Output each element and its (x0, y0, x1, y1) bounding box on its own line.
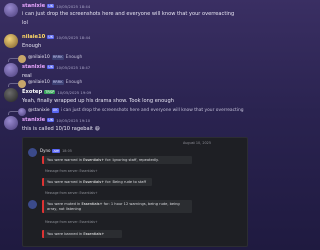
date-divider: August 10, 2025 (182, 141, 211, 145)
username[interactable]: stanixie (22, 64, 45, 70)
reply-connector (8, 83, 18, 87)
user-tag: UK (47, 34, 55, 40)
server-name: Essentials+ (83, 232, 105, 236)
reply-avatar (18, 80, 26, 88)
message-header: stanixie UK 10/05/2025 19:10 (22, 117, 90, 123)
username[interactable]: stanixie (22, 117, 45, 123)
reply-preview[interactable]: @stanixie UK i can just drop the screens… (28, 108, 244, 113)
dyno-embed-card: You were warned in Essentials+ for: Bein… (42, 178, 152, 186)
bot-name: Dyno (40, 148, 51, 153)
message-text: real (22, 73, 32, 79)
reply-text: i can just drop the screenshots here and… (60, 108, 244, 113)
dyno-embed-card: You were muted in Essentials+ for: 1 hou… (42, 200, 192, 214)
reply-badge: RRRK (51, 55, 64, 60)
username[interactable]: Exotep (22, 89, 42, 95)
username[interactable]: stanixie (22, 3, 45, 9)
embed-footer: Message from server: Essentials+ (45, 169, 98, 173)
reply-avatar (18, 55, 26, 63)
message-text: this is called 10/10 ragebait 😄 (22, 126, 100, 132)
card-text: You were banned in (47, 232, 84, 236)
card-text: for: Ignoring staff, repeatedly. (104, 158, 159, 162)
message-text: Yeah, finally wrapped up his drama show.… (22, 98, 174, 104)
server-name: Essentials+ (83, 180, 105, 184)
reply-username: @stanixie (28, 108, 50, 113)
avatar[interactable] (4, 63, 18, 77)
reply-badge: RRRK (51, 80, 64, 85)
message-text: i can just drop the screenshots here and… (22, 11, 235, 17)
timestamp: 10/05/2025 18:47 (56, 64, 91, 70)
timestamp: 10/05/2025 19:10 (56, 117, 91, 123)
reply-text: Enough (65, 80, 83, 85)
bot-time: 18:05 (62, 148, 72, 153)
card-text: You were warned in (47, 158, 84, 162)
message-text-content: this is called 10/10 ragebait (22, 126, 93, 132)
server-name: Essentials+ (81, 202, 103, 206)
avatar[interactable] (4, 3, 18, 17)
dyno-embed-card: You were banned in Essentials+ (42, 230, 122, 238)
reply-connector (8, 111, 18, 115)
user-tag: UK (47, 3, 55, 9)
reply-username: @nilaie10 (28, 55, 50, 60)
message-header: stanixie UK 10/05/2025 18:47 (22, 64, 90, 70)
card-text: You were muted in (47, 202, 82, 206)
reply-connector (8, 58, 18, 62)
reply-preview[interactable]: @nilaie10 RRRK Enough (28, 80, 82, 85)
reply-preview[interactable]: @nilaie10 RRRK Enough (28, 55, 82, 60)
dyno-embed-card: You were warned in Essentials+ for: Igno… (42, 156, 192, 164)
message-text: Enough (22, 43, 42, 49)
message-header: stanixie UK 10/05/2025 18:44 (22, 3, 90, 9)
timestamp: 10/05/2025 19:09 (57, 89, 92, 95)
bot-avatar (28, 200, 37, 209)
message-header: nilaie10 UK 10/05/2025 18:44 (22, 34, 90, 40)
card-text: You were warned in (47, 180, 84, 184)
reply-username: @nilaie10 (28, 80, 50, 85)
smile-emoji: 😄 (94, 126, 100, 132)
avatar[interactable] (4, 88, 18, 102)
avatar[interactable] (4, 34, 18, 48)
card-text: for: Being rude to staff (104, 180, 146, 184)
message-text: lol (22, 20, 28, 26)
user-tag: UK (47, 117, 55, 123)
reply-text: Enough (65, 55, 83, 60)
bot-avatar (28, 148, 37, 157)
embed-footer: Message from server: Essentials+ (45, 220, 98, 224)
user-tag: UK (47, 64, 55, 70)
user-tag: TRSP (44, 89, 56, 95)
timestamp: 10/05/2025 18:44 (56, 34, 91, 40)
server-name: Essentials+ (83, 158, 105, 162)
reply-avatar (18, 108, 26, 116)
app-badge: APP (52, 148, 61, 153)
username[interactable]: nilaie10 (22, 34, 45, 40)
bot-header: Dyno APP 18:05 (40, 148, 72, 153)
avatar[interactable] (4, 116, 18, 130)
embed-footer: Message from server: Essentials+ (45, 191, 98, 195)
image-attachment[interactable]: August 10, 2025 Dyno APP 18:05 You were … (22, 137, 248, 247)
timestamp: 10/05/2025 18:44 (56, 3, 91, 9)
reply-badge: UK (51, 108, 59, 113)
message-header: Exotep TRSP 10/05/2025 19:09 (22, 89, 91, 95)
